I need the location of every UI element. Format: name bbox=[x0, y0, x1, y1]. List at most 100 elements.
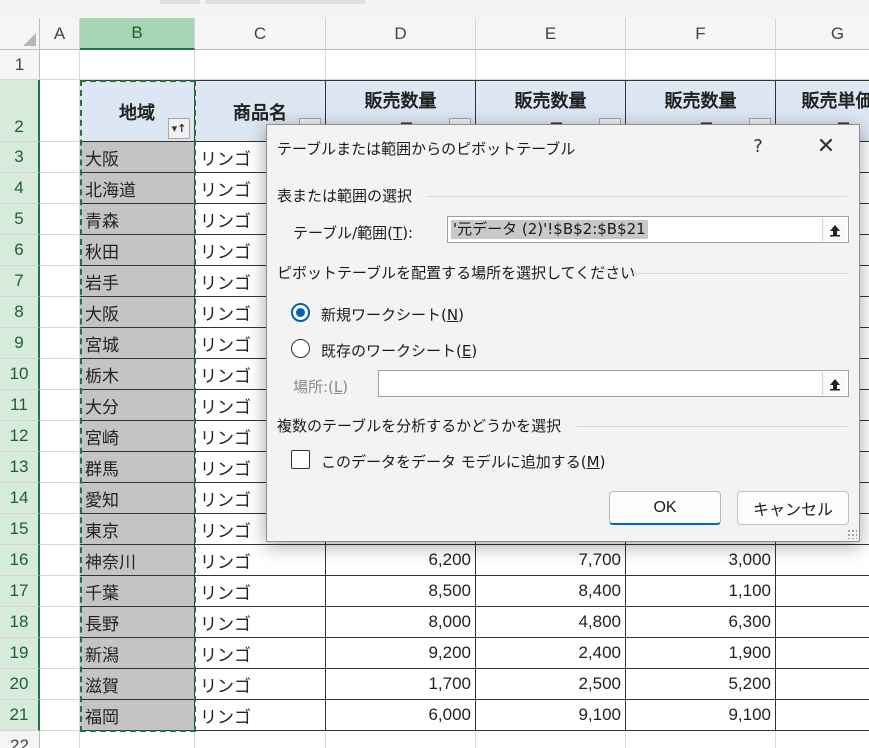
cell-unit-price[interactable] bbox=[776, 638, 869, 669]
column-header-1[interactable]: B bbox=[80, 18, 195, 50]
location-collapse-button[interactable] bbox=[822, 372, 847, 395]
help-button[interactable]: ? bbox=[743, 131, 773, 161]
cell[interactable] bbox=[40, 452, 80, 483]
cell-product[interactable]: リンゴ bbox=[195, 607, 326, 638]
row-header[interactable]: 22 bbox=[0, 731, 40, 748]
cell-region[interactable]: 大阪 bbox=[80, 297, 195, 328]
row-header[interactable]: 7 bbox=[0, 266, 40, 297]
cell[interactable] bbox=[476, 50, 626, 80]
row-header[interactable]: 5 bbox=[0, 204, 40, 235]
cell-region[interactable]: 宮城 bbox=[80, 328, 195, 359]
cell-unit-price[interactable] bbox=[776, 576, 869, 607]
cell[interactable] bbox=[40, 514, 80, 545]
row-header[interactable]: 19 bbox=[0, 638, 40, 669]
cell[interactable] bbox=[40, 483, 80, 514]
datamodel-label[interactable]: このデータをデータ モデルに追加する(M) bbox=[321, 451, 605, 472]
cell-quantity[interactable]: 9,100 bbox=[476, 700, 626, 731]
cell[interactable] bbox=[626, 731, 776, 748]
cell-region[interactable]: 宮崎 bbox=[80, 421, 195, 452]
cell-region[interactable]: 東京 bbox=[80, 514, 195, 545]
new-worksheet-label[interactable]: 新規ワークシート(N) bbox=[321, 304, 464, 325]
close-button[interactable]: ✕ bbox=[811, 131, 841, 161]
cell[interactable] bbox=[40, 421, 80, 452]
cell[interactable] bbox=[40, 142, 80, 173]
column-header-0[interactable]: A bbox=[40, 18, 80, 50]
row-header[interactable]: 18 bbox=[0, 607, 40, 638]
column-header-6[interactable]: G bbox=[776, 18, 869, 50]
ok-button[interactable]: OK bbox=[609, 491, 721, 525]
cell[interactable] bbox=[40, 204, 80, 235]
table-header-cell[interactable]: 地域 ▾↑ bbox=[80, 80, 195, 142]
row-header[interactable]: 6 bbox=[0, 235, 40, 266]
cell-quantity[interactable]: 1,100 bbox=[626, 576, 776, 607]
row-header[interactable]: 15 bbox=[0, 514, 40, 545]
range-collapse-button[interactable] bbox=[822, 218, 847, 241]
cell[interactable] bbox=[40, 700, 80, 731]
row-header[interactable]: 14 bbox=[0, 483, 40, 514]
cell-unit-price[interactable] bbox=[776, 607, 869, 638]
row-header[interactable]: 10 bbox=[0, 359, 40, 390]
cell-quantity[interactable]: 9,100 bbox=[626, 700, 776, 731]
cell-quantity[interactable]: 5,200 bbox=[626, 669, 776, 700]
cell[interactable] bbox=[40, 173, 80, 204]
column-header-2[interactable]: C bbox=[195, 18, 326, 50]
cell-product[interactable]: リンゴ bbox=[195, 545, 326, 576]
cell-unit-price[interactable] bbox=[776, 669, 869, 700]
filter-button[interactable]: ▾↑ bbox=[168, 118, 190, 139]
row-header[interactable]: 16 bbox=[0, 545, 40, 576]
cell[interactable] bbox=[40, 266, 80, 297]
range-input[interactable]: '元データ (2)'!$B$2:$B$21 bbox=[447, 216, 849, 243]
cell-region[interactable]: 大阪 bbox=[80, 142, 195, 173]
column-header-4[interactable]: E bbox=[476, 18, 626, 50]
cell-region[interactable]: 岩手 bbox=[80, 266, 195, 297]
row-header[interactable]: 8 bbox=[0, 297, 40, 328]
row-header[interactable]: 13 bbox=[0, 452, 40, 483]
row-header[interactable]: 2 bbox=[0, 80, 40, 142]
cell-product[interactable]: リンゴ bbox=[195, 576, 326, 607]
cell-quantity[interactable]: 8,500 bbox=[326, 576, 476, 607]
cell-quantity[interactable]: 3,000 bbox=[626, 545, 776, 576]
cell-region[interactable]: 長野 bbox=[80, 607, 195, 638]
row-header[interactable]: 9 bbox=[0, 328, 40, 359]
cell[interactable] bbox=[326, 50, 476, 80]
row-header[interactable]: 11 bbox=[0, 390, 40, 421]
cell[interactable] bbox=[776, 50, 869, 80]
row-header[interactable]: 12 bbox=[0, 421, 40, 452]
cell[interactable] bbox=[40, 607, 80, 638]
cell-region[interactable]: 神奈川 bbox=[80, 545, 195, 576]
cell-region[interactable]: 北海道 bbox=[80, 173, 195, 204]
cell-region[interactable]: 滋賀 bbox=[80, 669, 195, 700]
cell-product[interactable]: リンゴ bbox=[195, 669, 326, 700]
column-header-5[interactable]: F bbox=[626, 18, 776, 50]
cell-quantity[interactable]: 6,000 bbox=[326, 700, 476, 731]
row-header[interactable]: 20 bbox=[0, 669, 40, 700]
cell-product[interactable]: リンゴ bbox=[195, 638, 326, 669]
cell-region[interactable]: 栃木 bbox=[80, 359, 195, 390]
cell[interactable] bbox=[40, 235, 80, 266]
cell[interactable] bbox=[40, 638, 80, 669]
cell-region[interactable]: 青森 bbox=[80, 204, 195, 235]
cell[interactable] bbox=[40, 80, 80, 142]
cell-quantity[interactable]: 2,500 bbox=[476, 669, 626, 700]
cell-quantity[interactable]: 2,400 bbox=[476, 638, 626, 669]
cell-quantity[interactable]: 7,700 bbox=[476, 545, 626, 576]
cell-region[interactable]: 愛知 bbox=[80, 483, 195, 514]
cell[interactable] bbox=[40, 297, 80, 328]
cell[interactable] bbox=[80, 50, 195, 80]
cancel-button[interactable]: キャンセル bbox=[737, 491, 849, 525]
cell[interactable] bbox=[40, 390, 80, 421]
cell[interactable] bbox=[80, 731, 195, 748]
cell-region[interactable]: 秋田 bbox=[80, 235, 195, 266]
cell-quantity[interactable]: 1,900 bbox=[626, 638, 776, 669]
cell-quantity[interactable]: 4,800 bbox=[476, 607, 626, 638]
cell[interactable] bbox=[40, 731, 80, 748]
cell-quantity[interactable]: 6,200 bbox=[326, 545, 476, 576]
row-header[interactable]: 3 bbox=[0, 142, 40, 173]
cell-quantity[interactable]: 8,400 bbox=[476, 576, 626, 607]
cell-product[interactable]: リンゴ bbox=[195, 700, 326, 731]
row-header[interactable]: 17 bbox=[0, 576, 40, 607]
resize-grip-icon[interactable] bbox=[847, 529, 857, 539]
cell-quantity[interactable]: 6,300 bbox=[626, 607, 776, 638]
cell-unit-price[interactable] bbox=[776, 700, 869, 731]
row-header[interactable]: 1 bbox=[0, 50, 40, 80]
